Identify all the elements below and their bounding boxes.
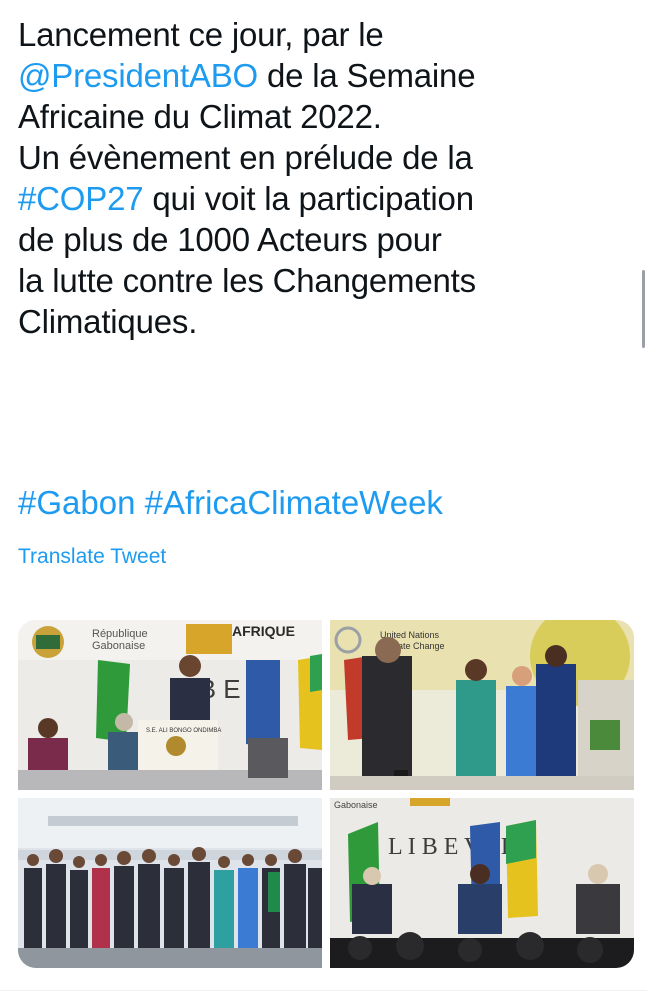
tweet-line: Un évènement en prélude de la — [18, 139, 473, 176]
photo1-banner-text: AFRIQUE — [232, 623, 295, 639]
photo4-banner-text: Gabonaise — [334, 800, 378, 810]
scrollbar[interactable] — [642, 270, 645, 348]
hashtag-link-cop27[interactable]: #COP27 — [18, 180, 144, 217]
photo-group-image — [18, 798, 322, 968]
photo1-podium-text: S.E. ALI BONGO ONDIMBA — [146, 728, 221, 734]
tweet-line: Lancement ce jour, par le — [18, 16, 384, 53]
photo1-sign-text-2: Gabonaise — [92, 640, 145, 652]
tweet-line: @PresidentABO de la Semaine — [18, 57, 476, 94]
media-grid: République Gabonaise AFRIQUE L B E S.E. … — [18, 620, 634, 968]
translate-tweet-link[interactable]: Translate Tweet — [18, 545, 166, 569]
divider — [0, 990, 647, 991]
hashtags-line: #Gabon #AfricaClimateWeek — [18, 482, 443, 523]
tweet-line: #COP27 qui voit la participation — [18, 180, 474, 217]
photo-panel[interactable]: Gabonaise L I B E V I L L — [330, 798, 634, 968]
tweet-line: Africaine du Climat 2022. — [18, 98, 382, 135]
hashtag-link-africaclimateweek[interactable]: #AfricaClimateWeek — [145, 484, 443, 521]
tweet-line: la lutte contre les Changements — [18, 262, 476, 299]
photo1-sign-text: République — [92, 628, 148, 640]
photo-greeting-image: United Nations Climate Change — [330, 620, 634, 790]
mention-link[interactable]: @PresidentABO — [18, 57, 258, 94]
tweet-text: Lancement ce jour, par le @PresidentABO … — [18, 14, 618, 342]
photo-podium-image: République Gabonaise AFRIQUE L B E S.E. … — [18, 620, 322, 790]
hashtag-link-gabon[interactable]: #Gabon — [18, 484, 135, 521]
tweet-line: de plus de 1000 Acteurs pour — [18, 221, 442, 258]
tweet-line: Climatiques. — [18, 303, 198, 340]
photo-greeting[interactable]: United Nations Climate Change — [330, 620, 634, 790]
photo-podium-speech[interactable]: République Gabonaise AFRIQUE L B E S.E. … — [18, 620, 322, 790]
photo-panel-image: Gabonaise L I B E V I L L — [330, 798, 634, 968]
photo-group[interactable] — [18, 798, 322, 968]
